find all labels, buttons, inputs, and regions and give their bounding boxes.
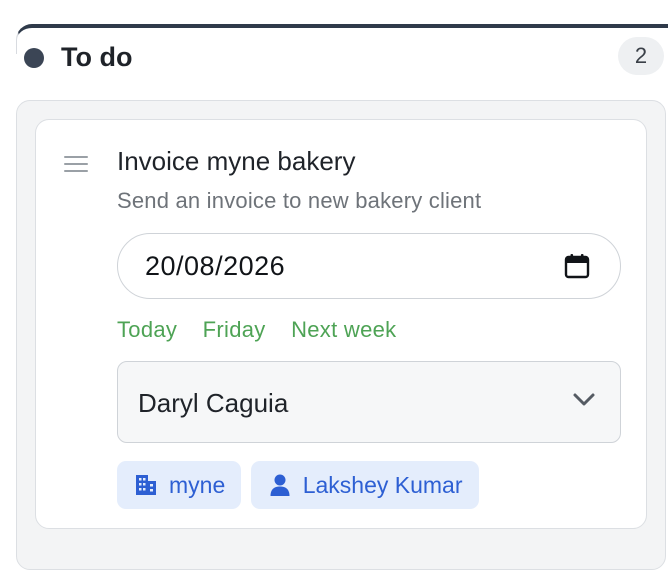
quick-date-next-week[interactable]: Next week [291, 315, 396, 345]
person-icon [270, 474, 290, 496]
column-header: To do 2 [16, 34, 668, 80]
tag-company[interactable]: myne [117, 461, 242, 509]
task-card[interactable]: Invoice myne bakery Send an invoice to n… [35, 119, 647, 529]
due-date-input[interactable]: 20/08/2026 [117, 233, 621, 299]
assignee-select[interactable]: Daryl Caguia [117, 361, 621, 443]
chevron-down-icon [573, 393, 595, 406]
quick-date-friday[interactable]: Friday [203, 315, 266, 345]
task-description: Send an invoice to new bakery client [117, 188, 482, 213]
drag-handle-icon[interactable] [64, 156, 88, 174]
assignee-selected-value: Daryl Caguia [138, 388, 289, 418]
quick-date-today[interactable]: Today [117, 315, 177, 345]
due-date-value: 20/08/2026 [145, 251, 286, 281]
quick-date-links: Today Friday Next week [117, 315, 417, 345]
task-count-badge: 2 [618, 37, 664, 75]
building-icon [136, 475, 156, 495]
task-title: Invoice myne bakery [117, 146, 356, 176]
tag-list: myne Lakshey Kumar [117, 461, 484, 509]
calendar-icon[interactable] [564, 253, 590, 279]
tag-company-label: myne [169, 472, 226, 498]
tag-person[interactable]: Lakshey Kumar [250, 461, 479, 509]
tag-person-label: Lakshey Kumar [302, 472, 463, 498]
column-body: Invoice myne bakery Send an invoice to n… [16, 100, 666, 570]
todo-column: To do 2 Invoice myne bakery Send an invo… [16, 24, 668, 570]
column-title: To do [61, 42, 133, 72]
status-dot-icon [24, 48, 44, 68]
